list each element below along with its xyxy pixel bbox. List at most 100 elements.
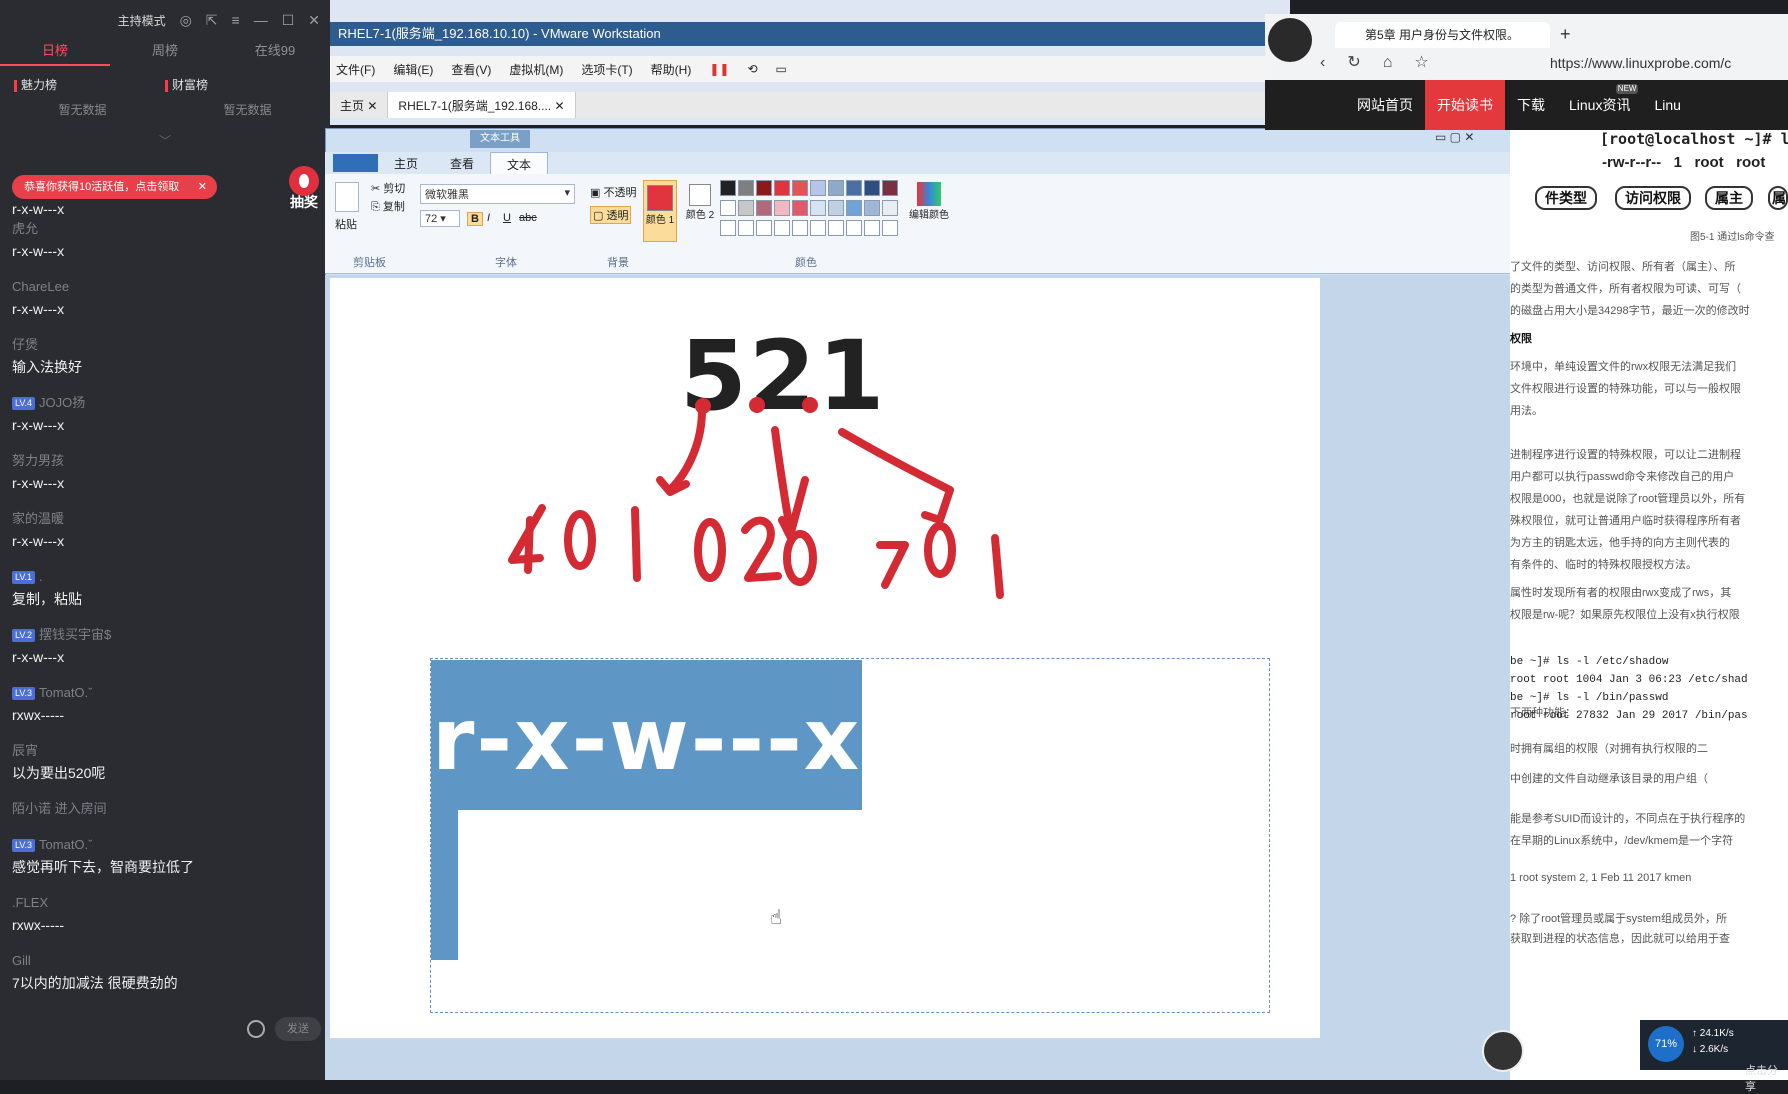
profile-avatar[interactable] [1268, 18, 1312, 62]
nav-read[interactable]: 开始读书 [1425, 80, 1505, 130]
chat-username[interactable]: LV.1. [12, 566, 318, 588]
underline-button[interactable]: U [503, 212, 511, 224]
menu-tabs[interactable]: 选项卡(T) [581, 61, 632, 78]
settings-icon[interactable]: ◎ [180, 12, 192, 29]
font-size-select[interactable]: 72 ▾ [420, 210, 460, 227]
tab-daily[interactable]: 日榜 [0, 40, 110, 66]
transparent-button[interactable]: ▢ 透明 [590, 206, 632, 224]
bold-button[interactable]: B [467, 212, 483, 226]
external-link-icon[interactable]: ⇱ [206, 12, 218, 29]
chat-username[interactable]: .FLEX [12, 892, 318, 914]
snapshot-icon[interactable]: ⟲ [747, 62, 757, 76]
color1-button[interactable]: 颜色 1 [643, 180, 677, 242]
palette-swatch[interactable] [864, 180, 880, 196]
pause-icon[interactable]: ❚❚ [709, 62, 729, 76]
palette-swatch[interactable] [864, 220, 880, 236]
palette-swatch[interactable] [846, 180, 862, 196]
copy-button[interactable]: ⎘ 复制 [371, 198, 405, 214]
chat-username[interactable]: LV.3 TomatO.ˇ [12, 834, 318, 856]
palette-swatch[interactable] [828, 200, 844, 216]
menu-file[interactable]: 文件(F) [336, 61, 375, 78]
palette-swatch[interactable] [810, 180, 826, 196]
menu-edit[interactable]: 编辑(E) [393, 61, 433, 78]
chat-username[interactable]: 努力男孩 [12, 450, 318, 472]
opaque-button[interactable]: ▣ 不透明 [590, 184, 636, 200]
minimize-icon[interactable]: — [254, 12, 268, 28]
palette-swatch[interactable] [882, 200, 898, 216]
palette-swatch[interactable] [864, 200, 880, 216]
palette-swatch[interactable] [810, 220, 826, 236]
palette-swatch[interactable] [828, 180, 844, 196]
chat-username[interactable]: 虎允 [12, 218, 318, 240]
tab-weekly[interactable]: 周榜 [110, 40, 220, 66]
browser-tab[interactable]: 第5章 用户身份与文件权限。 [1335, 22, 1550, 48]
browser-nav-icons[interactable]: ‹↻⌂☆ [1320, 52, 1451, 72]
tab-online[interactable]: 在线99 [220, 40, 330, 66]
palette-swatch[interactable] [774, 220, 790, 236]
palette-swatch[interactable] [756, 220, 772, 236]
palette-swatch[interactable] [774, 180, 790, 196]
paint-window-controls[interactable]: ▭ ▢ ✕ [1435, 130, 1474, 144]
chat-username[interactable]: LV.3 TomatO.ˇ [12, 682, 318, 704]
charm-rank[interactable]: 魅力榜 [14, 76, 165, 93]
palette-swatch[interactable] [882, 220, 898, 236]
promo-close-icon[interactable]: ✕ [198, 175, 207, 199]
palette-swatch[interactable] [738, 220, 754, 236]
new-tab-icon[interactable]: + [1560, 24, 1571, 45]
nav-download[interactable]: 下载 [1505, 80, 1557, 130]
color2-button[interactable]: 颜色 2 [683, 180, 717, 242]
chat-username[interactable]: ChareLee [12, 276, 318, 298]
palette-swatch[interactable] [882, 180, 898, 196]
chat-username[interactable]: 家的温暖 [12, 508, 318, 530]
fullscreen-icon[interactable]: ▭ [776, 62, 787, 76]
palette-swatch[interactable] [720, 220, 736, 236]
collapse-chevron-icon[interactable]: ﹀ [0, 132, 330, 149]
wealth-rank[interactable]: 财富榜 [165, 76, 316, 93]
italic-button[interactable]: I [487, 212, 490, 224]
edit-colors-button[interactable]: 编辑颜色 [907, 182, 951, 242]
menu-icon[interactable]: ≡ [232, 12, 240, 28]
nav-linux[interactable]: Linu [1642, 80, 1692, 130]
maximize-icon[interactable]: ☐ [282, 12, 295, 29]
palette-swatch[interactable] [828, 220, 844, 236]
cut-button[interactable]: ✂ 剪切 [371, 180, 405, 196]
palette-swatch[interactable] [846, 200, 862, 216]
share-label[interactable]: 点击分享 [1745, 1062, 1788, 1094]
menu-vm[interactable]: 虚拟机(M) [509, 61, 563, 78]
tab-paint-text[interactable]: 文本 [490, 152, 549, 174]
palette-swatch[interactable] [738, 200, 754, 216]
tab-paint-view[interactable]: 查看 [434, 152, 490, 174]
palette-swatch[interactable] [738, 180, 754, 196]
nav-news[interactable]: Linux资讯 NEW [1557, 80, 1642, 130]
canvas-permission-text[interactable]: r-x-w---x [432, 690, 861, 790]
palette-swatch[interactable] [792, 200, 808, 216]
chat-username[interactable]: LV.2 摆钱买宇宙$ [12, 624, 318, 646]
palette-swatch[interactable] [756, 180, 772, 196]
host-mode-label[interactable]: 主持模式 [118, 12, 166, 29]
palette-swatch[interactable] [792, 180, 808, 196]
palette-swatch[interactable] [792, 220, 808, 236]
chat-username[interactable]: 陌小诺 进入房间 [12, 798, 318, 820]
tab-rhel[interactable]: RHEL7-1(服务端_192.168.... ✕ [388, 92, 576, 118]
nav-home[interactable]: 网站首页 [1345, 80, 1425, 130]
address-bar[interactable]: https://www.linuxprobe.com/c [1520, 52, 1788, 74]
palette-swatch[interactable] [720, 180, 736, 196]
chat-username[interactable]: 仔煲 [12, 334, 318, 356]
paint-menu-button[interactable] [333, 154, 378, 172]
promo-banner[interactable]: 恭喜你获得10活跃值，点击领取 ✕ [12, 175, 217, 199]
palette-swatch[interactable] [774, 200, 790, 216]
strikethrough-button[interactable]: abc [519, 212, 537, 224]
chat-username[interactable]: 辰宵 [12, 740, 318, 762]
palette-swatch[interactable] [756, 200, 772, 216]
send-button[interactable]: 发送 [275, 1017, 321, 1041]
tab-paint-home[interactable]: 主页 [378, 152, 434, 174]
chat-username[interactable]: Gill [12, 950, 318, 972]
tab-home[interactable]: 主页 ✕ [330, 92, 389, 118]
emoji-icon[interactable] [247, 1020, 265, 1038]
palette-swatch[interactable] [846, 220, 862, 236]
chat-username[interactable]: LV.4 JOJO扬 [12, 392, 318, 414]
font-family-select[interactable]: 微软雅黑 ▾ [420, 184, 575, 204]
close-icon[interactable]: ✕ [308, 12, 320, 29]
palette-swatch[interactable] [720, 200, 736, 216]
menu-view[interactable]: 查看(V) [451, 61, 491, 78]
